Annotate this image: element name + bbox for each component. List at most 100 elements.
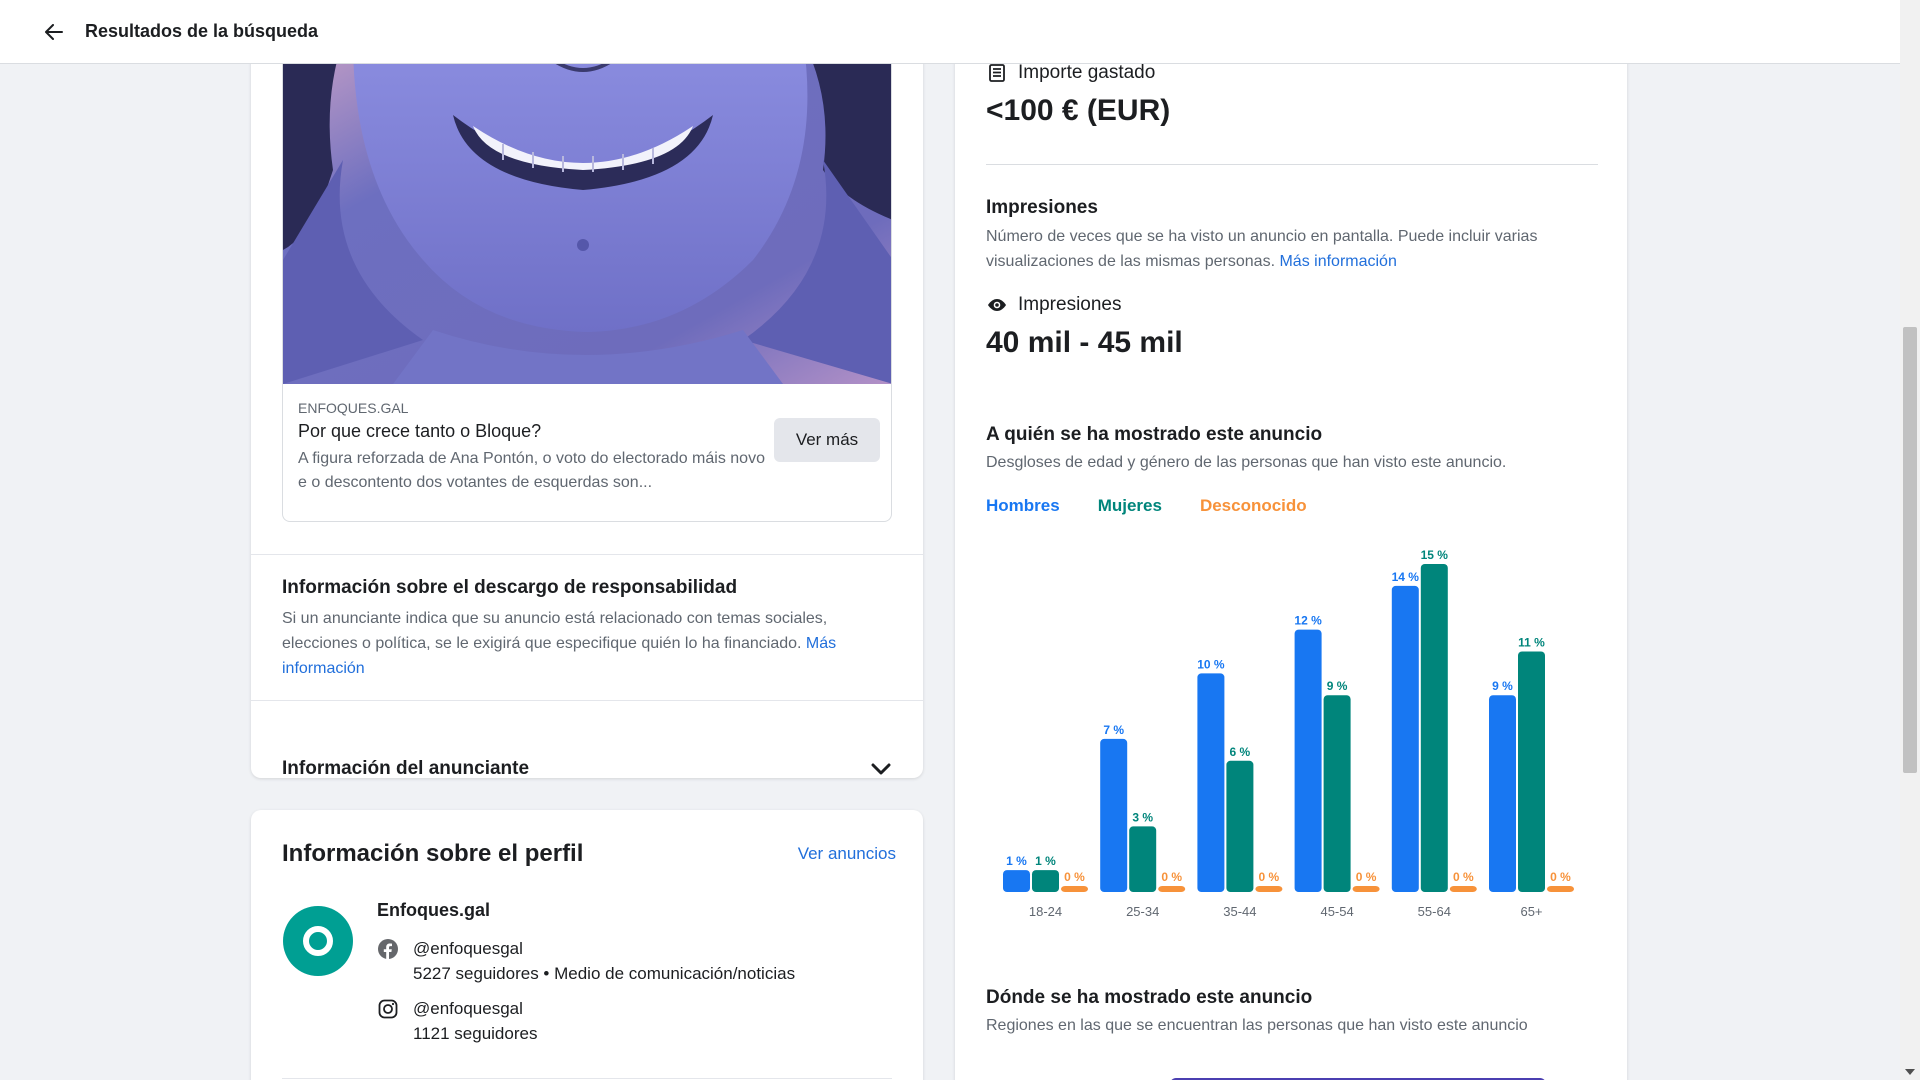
- data-label: 3 %: [1132, 810, 1153, 824]
- advertiser-info-title: Información del anunciante: [282, 758, 530, 778]
- bar-mujeres-45-54[interactable]: [1323, 695, 1351, 892]
- disclaimer-title: Información sobre el descargo de respons…: [282, 577, 738, 598]
- bar-hombres-45-54[interactable]: [1294, 629, 1322, 892]
- bar-desconocido-35-44[interactable]: [1255, 886, 1283, 892]
- data-label: 6 %: [1230, 745, 1251, 759]
- ad-text-block: ENFOQUES.GAL Por que crece tanto o Bloqu…: [298, 399, 768, 495]
- impressions-more-info-link[interactable]: Más información: [1279, 253, 1396, 270]
- data-label: 14 %: [1392, 570, 1420, 584]
- instagram-details: 1121 seguidores: [413, 1024, 538, 1043]
- disclaimer-text: Si un anunciante indica que su anuncio e…: [282, 606, 892, 681]
- expand-button[interactable]: [866, 754, 896, 778]
- bar-desconocido-25-34[interactable]: [1158, 886, 1186, 892]
- disclaimer-section: Información sobre el descargo de respons…: [282, 575, 892, 681]
- bar-desconocido-55-64[interactable]: [1449, 886, 1477, 892]
- bar-desconocido-45-54[interactable]: [1352, 886, 1380, 892]
- data-label: 1 %: [1035, 854, 1056, 868]
- bar-desconocido-18-24[interactable]: [1061, 886, 1088, 892]
- ad-stats-card: Importe gastado <100 € (EUR) Impresiones…: [955, 40, 1627, 1080]
- disclaimer-body: Si un anunciante indica que su anuncio e…: [282, 610, 828, 652]
- facebook-row: @enfoquesgal 5227 seguidores • Medio de …: [377, 936, 795, 986]
- impressions-title: Impresiones: [986, 197, 1098, 218]
- ad-headline: Por que crece tanto o Bloque?: [298, 421, 542, 441]
- avatar[interactable]: [283, 906, 353, 976]
- impressions-description: Número de veces que se ha visto un anunc…: [986, 224, 1598, 274]
- bar-hombres-35-44[interactable]: [1197, 673, 1225, 892]
- data-label: 7 %: [1103, 723, 1124, 737]
- divider: [986, 164, 1598, 165]
- ad-preview[interactable]: ENFOQUES.GAL Por que crece tanto o Bloqu…: [282, 40, 892, 522]
- bar-hombres-65+[interactable]: [1489, 695, 1516, 892]
- facebook-icon: [377, 938, 399, 960]
- legend-men[interactable]: Hombres: [986, 496, 1060, 516]
- chevron-down-icon: [871, 763, 891, 775]
- see-more-button[interactable]: Ver más: [774, 418, 880, 462]
- bar-hombres-55-64[interactable]: [1391, 585, 1419, 892]
- see-ads-link[interactable]: Ver anuncios: [798, 844, 896, 864]
- eye-icon: [986, 294, 1008, 316]
- ad-domain: ENFOQUES.GAL: [298, 400, 409, 416]
- bar-mujeres-65+[interactable]: [1518, 651, 1545, 892]
- impressions-value: 40 mil - 45 mil: [986, 326, 1183, 359]
- back-button[interactable]: [34, 12, 74, 52]
- profile-header: Información sobre el perfil Ver anuncios: [282, 840, 896, 868]
- instagram-icon: [377, 998, 399, 1020]
- impressions-section: Impresiones Número de veces que se ha vi…: [986, 195, 1598, 360]
- facebook-details: 5227 seguidores • Medio de comunicación/…: [413, 964, 796, 983]
- chart-legend: Hombres Mujeres Desconocido: [986, 496, 1345, 516]
- data-label: 0 %: [1064, 870, 1085, 884]
- divider: [251, 554, 923, 555]
- data-label: 0 %: [1550, 870, 1571, 884]
- instagram-handle: @enfoquesgal: [413, 999, 523, 1018]
- profile-card: Información sobre el perfil Ver anuncios…: [251, 810, 923, 1080]
- advertiser-info-toggle[interactable]: Información del anunciante: [282, 750, 896, 778]
- spend-value: <100 € (EUR): [986, 94, 1171, 127]
- bar-hombres-25-34[interactable]: [1100, 738, 1128, 892]
- money-icon: [986, 62, 1008, 84]
- audience-title: A quién se ha mostrado este anuncio: [986, 424, 1323, 445]
- profile-name[interactable]: Enfoques.gal: [377, 900, 490, 921]
- divider: [251, 700, 923, 701]
- bar-hombres-18-24[interactable]: [1003, 870, 1030, 892]
- data-label: 10 %: [1197, 657, 1225, 671]
- instagram-info: @enfoquesgal 1121 seguidores: [413, 996, 537, 1046]
- spend-label: Importe gastado: [1018, 62, 1156, 83]
- x-tick-label: 45-54: [1320, 904, 1353, 919]
- scrollbar-thumb[interactable]: [1903, 327, 1917, 773]
- data-label: 9 %: [1327, 679, 1348, 693]
- instagram-row: @enfoquesgal 1121 seguidores: [377, 996, 537, 1046]
- bar-mujeres-25-34[interactable]: [1129, 826, 1157, 892]
- arrow-left-icon: [45, 23, 63, 40]
- audience-description: Desgloses de edad y género de las person…: [986, 454, 1507, 471]
- bar-mujeres-18-24[interactable]: [1032, 870, 1059, 892]
- impressions-label-row: Impresiones: [986, 294, 1598, 316]
- ad-illustration: [283, 40, 891, 384]
- data-label: 15 %: [1421, 548, 1449, 562]
- data-label: 12 %: [1294, 614, 1322, 628]
- x-tick-label: 65+: [1520, 904, 1542, 919]
- page-scrollbar[interactable]: [1900, 0, 1920, 1080]
- logo-ring: [303, 926, 333, 956]
- data-label: 0 %: [1356, 870, 1377, 884]
- legend-women[interactable]: Mujeres: [1098, 496, 1162, 516]
- regions-section: Dónde se ha mostrado este anuncio Region…: [986, 985, 1598, 1038]
- bar-desconocido-65+[interactable]: [1547, 886, 1574, 892]
- ad-description: A figura reforzada de Ana Pontón, o voto…: [298, 450, 765, 491]
- audience-section: A quién se ha mostrado este anuncio Desg…: [986, 422, 1598, 475]
- divider: [282, 1078, 892, 1079]
- x-tick-label: 35-44: [1223, 904, 1256, 919]
- spend-label-row: Importe gastado: [986, 62, 1170, 84]
- profile-title: Información sobre el perfil: [282, 840, 584, 867]
- bar-mujeres-55-64[interactable]: [1420, 564, 1448, 892]
- bar-mujeres-35-44[interactable]: [1226, 760, 1254, 892]
- ad-creative-image: [283, 40, 891, 384]
- x-tick-label: 18-24: [1029, 904, 1062, 919]
- legend-unknown[interactable]: Desconocido: [1200, 496, 1307, 516]
- scroll-down-arrow[interactable]: [1905, 1069, 1915, 1075]
- impressions-label: Impresiones: [1018, 294, 1122, 315]
- impressions-desc-text: Número de veces que se ha visto un anunc…: [986, 228, 1538, 270]
- data-label: 0 %: [1161, 870, 1182, 884]
- top-bar: Resultados de la búsqueda: [0, 0, 1900, 64]
- regions-description: Regiones en las que se encuentran las pe…: [986, 1017, 1528, 1034]
- data-label: 0 %: [1453, 870, 1474, 884]
